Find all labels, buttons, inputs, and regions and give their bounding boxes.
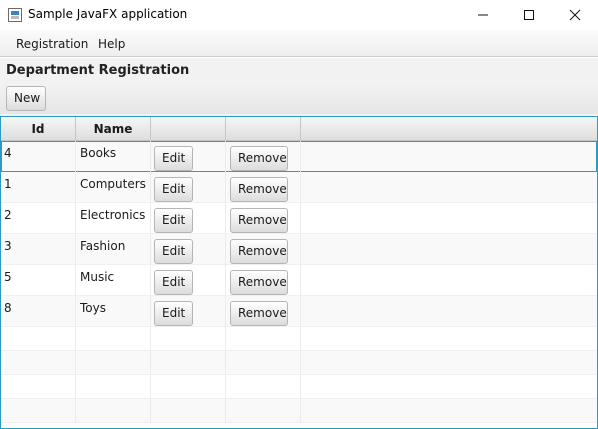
edit-button[interactable]: Edit [154,146,193,171]
remove-button[interactable]: Remove [230,146,288,171]
cell-id: 8 [1,296,76,327]
table-row[interactable]: 4 Books Edit Remove [1,141,597,172]
minimize-button[interactable] [460,0,506,30]
table-row[interactable]: 2 Electronics Edit Remove [1,203,597,234]
table-body: 4 Books Edit Remove 1 Computers Edit Rem… [1,141,597,423]
empty-row [1,351,597,375]
cell-name: Books [76,141,151,172]
cell-filler [301,141,597,172]
cell-remove: Remove [226,141,301,172]
cell-edit: Edit [151,172,226,203]
column-header-filler [301,117,597,141]
table-row[interactable]: 1 Computers Edit Remove [1,172,597,203]
cell-name: Computers [76,172,151,203]
close-icon [569,9,581,21]
minimize-icon [478,14,488,16]
cell-edit: Edit [151,296,226,327]
cell-name: Toys [76,296,151,327]
cell-edit: Edit [151,141,226,172]
cell-name: Electronics [76,203,151,234]
cell-remove: Remove [226,203,301,234]
cell-edit: Edit [151,234,226,265]
edit-button[interactable]: Edit [154,301,193,326]
main-content: Department Registration New Id Name 4 Bo… [0,58,598,429]
remove-button[interactable]: Remove [230,177,288,202]
column-header-remove[interactable] [226,117,301,141]
maximize-button[interactable] [506,0,552,30]
table-row[interactable]: 5 Music Edit Remove [1,265,597,296]
cell-name: Fashion [76,234,151,265]
table-header: Id Name [1,117,597,141]
page-title: Department Registration [6,63,190,78]
cell-id: 5 [1,265,76,296]
menu-registration[interactable]: Registration [16,37,88,51]
cell-remove: Remove [226,296,301,327]
window-title: Sample JavaFX application [28,7,188,21]
menu-bar: Registration Help [0,30,598,57]
toolbar: New [0,82,598,114]
cell-remove: Remove [226,265,301,296]
table-row[interactable]: 3 Fashion Edit Remove [1,234,597,265]
cell-id: 2 [1,203,76,234]
cell-filler [301,172,597,203]
cell-id: 1 [1,172,76,203]
edit-button[interactable]: Edit [154,208,193,233]
column-header-name[interactable]: Name [76,117,151,141]
empty-row [1,375,597,399]
title-bar[interactable]: Sample JavaFX application [0,0,598,30]
cell-filler [301,234,597,265]
cell-id: 3 [1,234,76,265]
column-header-id[interactable]: Id [1,117,76,141]
cell-id: 4 [1,141,76,172]
cell-filler [301,203,597,234]
menu-help[interactable]: Help [98,37,125,51]
new-button[interactable]: New [6,86,46,111]
app-window: Sample JavaFX application Registration H… [0,0,598,429]
cell-filler [301,265,597,296]
department-table[interactable]: Id Name 4 Books Edit Remove 1 Computers … [0,116,598,429]
cell-edit: Edit [151,203,226,234]
edit-button[interactable]: Edit [154,177,193,202]
edit-button[interactable]: Edit [154,270,193,295]
remove-button[interactable]: Remove [230,239,288,264]
remove-button[interactable]: Remove [230,270,288,295]
edit-button[interactable]: Edit [154,239,193,264]
cell-edit: Edit [151,265,226,296]
empty-row [1,327,597,351]
column-header-edit[interactable] [151,117,226,141]
cell-filler [301,296,597,327]
cell-name: Music [76,265,151,296]
remove-button[interactable]: Remove [230,301,288,326]
close-button[interactable] [552,0,598,30]
maximize-icon [524,10,534,20]
cell-remove: Remove [226,234,301,265]
empty-row [1,399,597,423]
javafx-app-icon [8,8,22,22]
table-row[interactable]: 8 Toys Edit Remove [1,296,597,327]
cell-remove: Remove [226,172,301,203]
remove-button[interactable]: Remove [230,208,288,233]
